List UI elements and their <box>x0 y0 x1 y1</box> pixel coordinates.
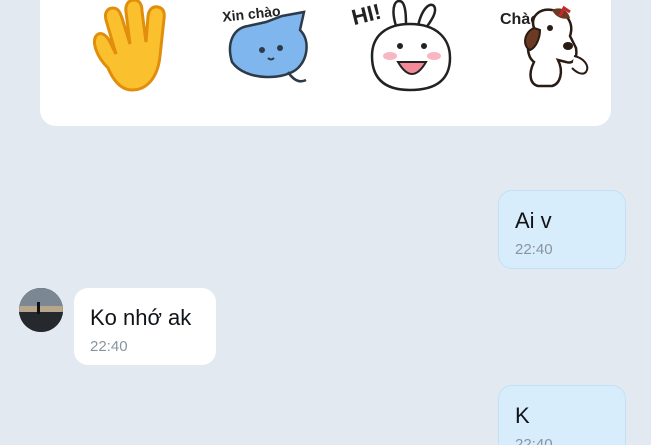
contact-avatar[interactable] <box>19 288 63 332</box>
avatar-photo <box>19 288 63 332</box>
message-bubble-outgoing[interactable]: K 22:40 <box>498 385 626 445</box>
waving-hand-icon[interactable] <box>86 0 178 96</box>
message-text: K <box>515 403 530 428</box>
bunny-hi-sticker[interactable]: HI! <box>346 0 466 96</box>
message-text: Ai v <box>515 208 552 233</box>
message-bubble-incoming[interactable]: Ko nhớ ak 22:40 <box>74 288 216 365</box>
cat-xin-chao-sticker[interactable]: Xin chào <box>218 0 316 92</box>
message-text: Ko nhớ ak <box>90 305 192 330</box>
svg-text:HI!: HI! <box>349 0 384 30</box>
message-bubble-outgoing[interactable]: Ai v 22:40 <box>498 190 626 269</box>
sticker-suggestions: Xin chào HI! Chào <box>40 0 611 126</box>
chat-view: Xin chào HI! Chào Ai v 22:40 Ko nhớ ak 2… <box>0 0 651 445</box>
message-time: 22:40 <box>515 241 553 258</box>
dog-chao-sticker[interactable]: Chào <box>494 0 606 96</box>
message-time: 22:40 <box>515 436 553 445</box>
message-time: 22:40 <box>90 338 128 355</box>
